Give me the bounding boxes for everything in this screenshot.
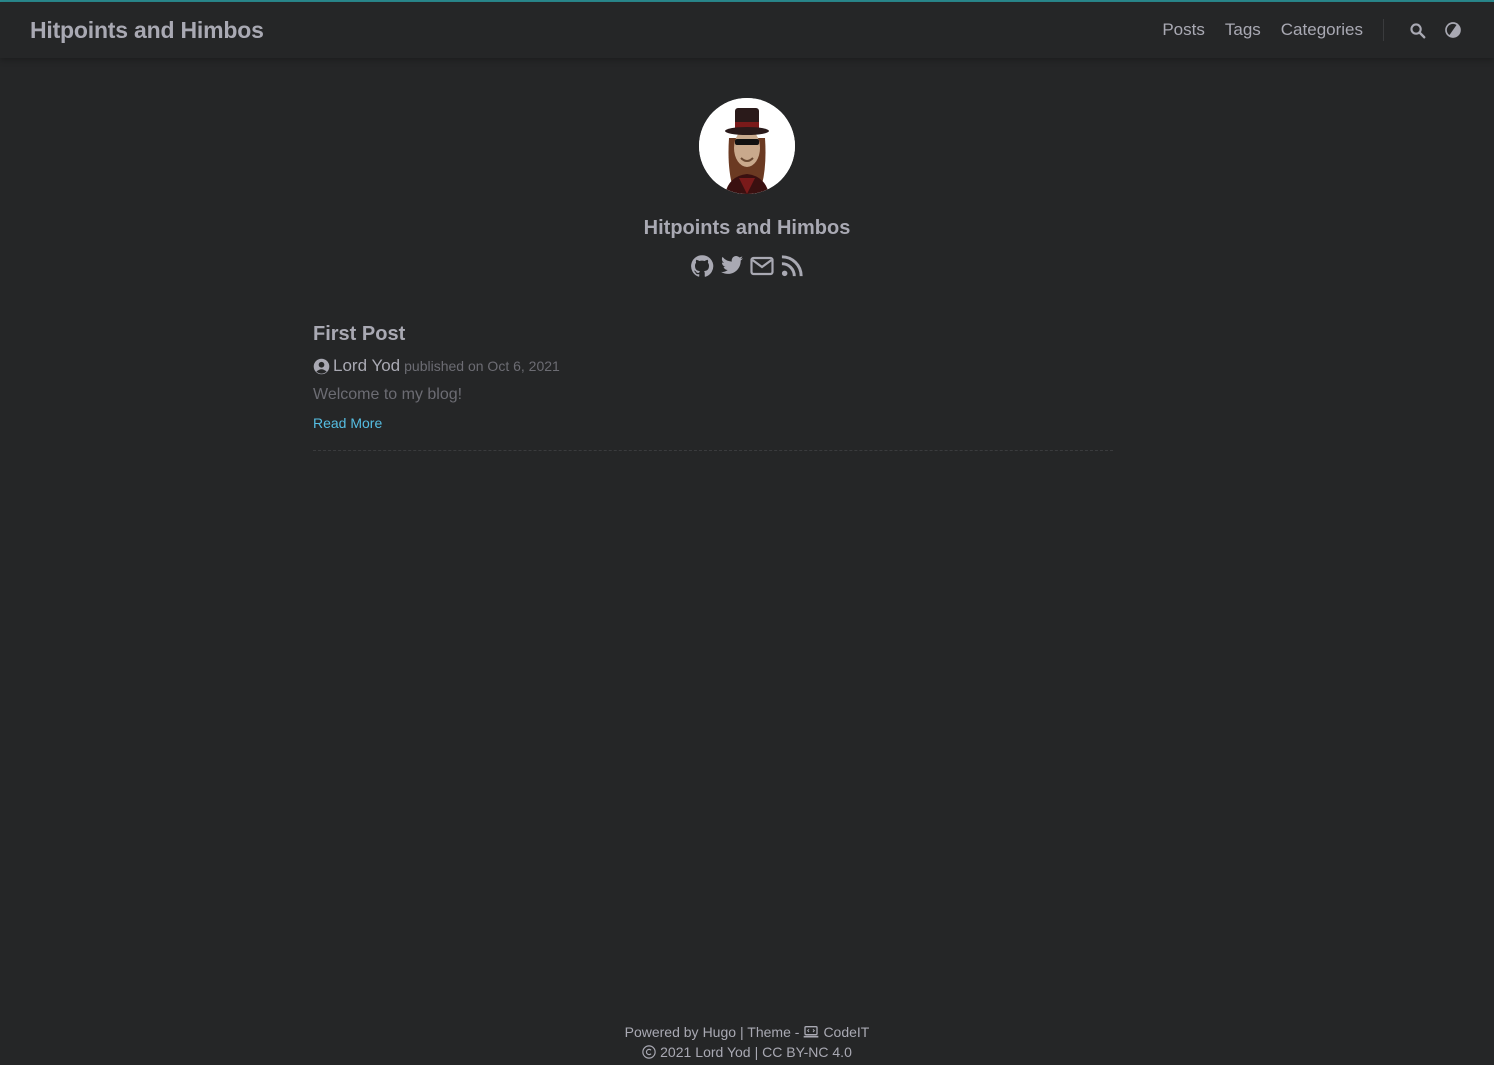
footer-copyright-row: 2021 Lord Yod | CC BY-NC 4.0 [0, 1042, 1494, 1062]
search-icon[interactable] [1406, 19, 1428, 41]
avatar-image [699, 98, 795, 194]
laptop-code-icon [804, 1025, 819, 1038]
hugo-link[interactable]: Hugo [703, 1022, 736, 1042]
read-more-link[interactable]: Read More [313, 415, 382, 431]
rss-icon[interactable] [780, 254, 804, 278]
site-footer: Powered by Hugo | Theme - CodeIT 2021 Lo… [0, 1022, 1494, 1062]
copyright-owner-link[interactable]: Lord Yod [695, 1042, 750, 1062]
site-header: Hitpoints and Himbos Posts Tags Categori… [0, 2, 1494, 58]
post-excerpt: Welcome to my blog! [313, 386, 463, 403]
license-link[interactable]: | CC BY-NC 4.0 [755, 1042, 852, 1062]
email-icon[interactable] [750, 254, 774, 278]
main-nav: Posts Tags Categories [1142, 19, 1464, 41]
theme-link[interactable]: CodeIT [823, 1022, 869, 1042]
footer-powered-row: Powered by Hugo | Theme - CodeIT [0, 1022, 1494, 1042]
copyright-icon [642, 1045, 656, 1059]
nav-divider [1383, 19, 1384, 41]
site-title-link[interactable]: Hitpoints and Himbos [30, 17, 264, 44]
powered-by-text: Powered by [624, 1024, 699, 1040]
post-meta: Lord Yod published on Oct 6, 2021 [313, 356, 1113, 376]
copyright-year: 2021 [660, 1044, 692, 1060]
published-date: published on Oct 6, 2021 [404, 358, 560, 374]
twitter-icon[interactable] [720, 254, 744, 278]
profile-title: Hitpoints and Himbos [643, 217, 851, 239]
user-circle-icon [313, 358, 330, 374]
author-name: Lord Yod [333, 356, 401, 375]
avatar[interactable] [699, 98, 795, 194]
nav-item-posts[interactable]: Posts [1162, 19, 1205, 41]
post-title-link[interactable]: First Post [313, 320, 405, 348]
social-links [0, 254, 1494, 278]
nav-item-categories[interactable]: Categories [1281, 19, 1363, 41]
nav-item-tags[interactable]: Tags [1225, 19, 1261, 41]
home-profile: Hitpoints and Himbos [0, 98, 1494, 278]
author-link[interactable]: Lord Yod [313, 356, 400, 376]
github-icon[interactable] [690, 254, 714, 278]
post-summary: First Post Lord Yod published on Oct 6, … [313, 320, 1113, 451]
theme-separator: | Theme - [740, 1024, 800, 1040]
theme-switch-icon[interactable] [1442, 19, 1464, 41]
